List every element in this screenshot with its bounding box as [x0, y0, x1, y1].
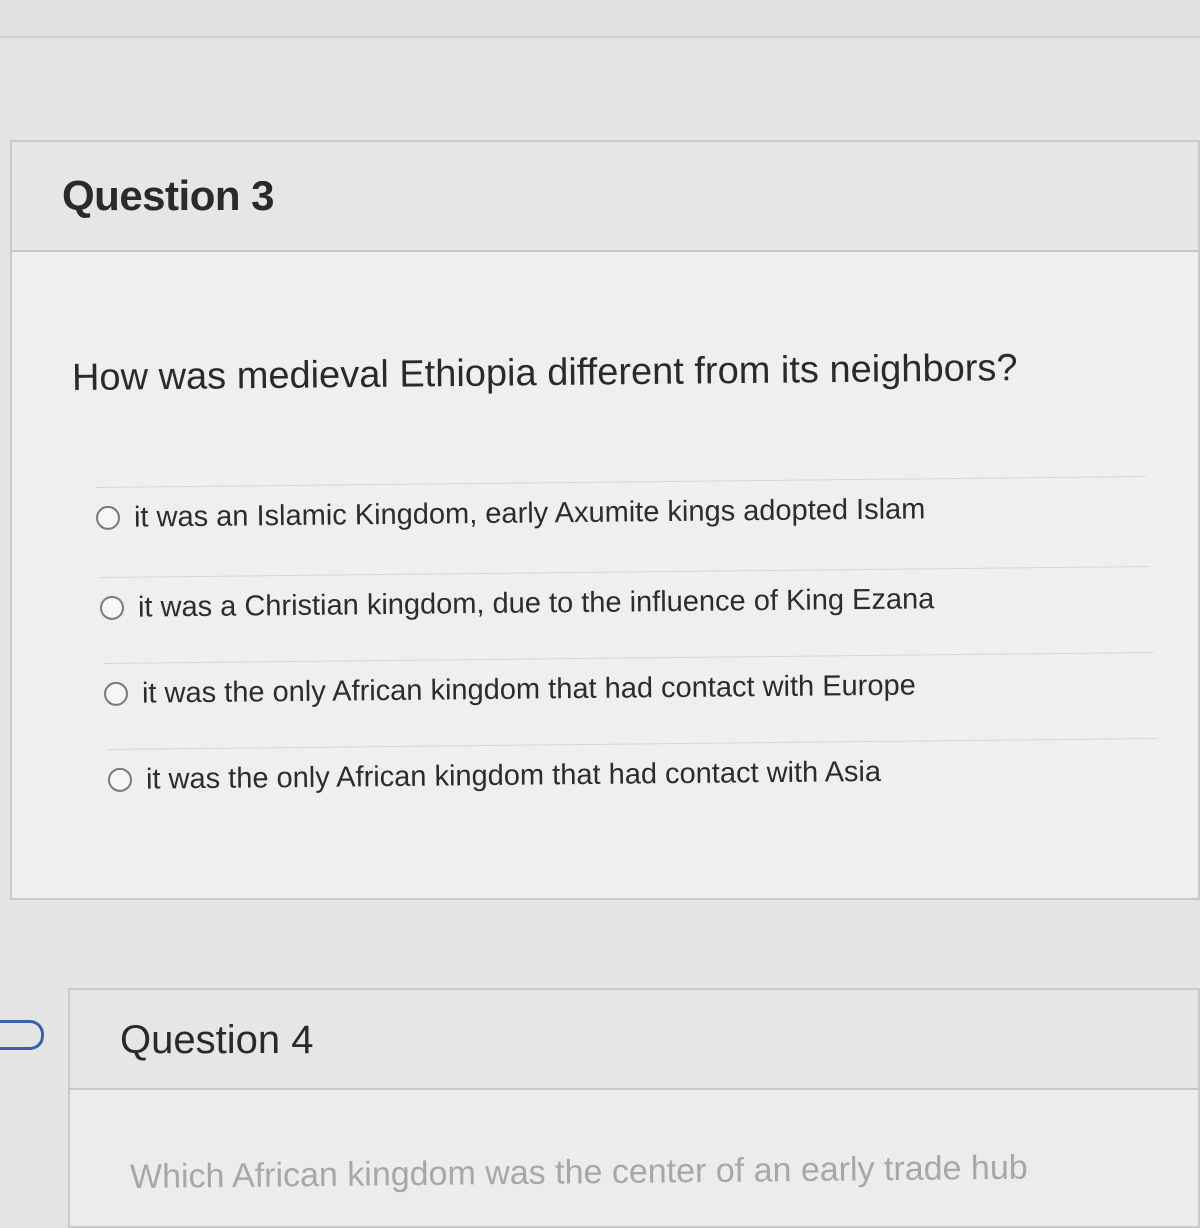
- previous-question-edge: [0, 0, 1200, 38]
- question-3-body: How was medieval Ethiopia different from…: [12, 252, 1198, 898]
- question-3-prompt: How was medieval Ethiopia different from…: [71, 347, 1018, 399]
- answer-option-4[interactable]: it was the only African kingdom that had…: [107, 738, 1159, 810]
- answer-label: it was a Christian kingdom, due to the i…: [137, 582, 935, 624]
- answer-option-2[interactable]: it was a Christian kingdom, due to the i…: [99, 566, 1151, 638]
- flag-question-icon[interactable]: [0, 1020, 44, 1050]
- radio-button[interactable]: [107, 767, 133, 792]
- question-3-card: Question 3 How was medieval Ethiopia dif…: [10, 140, 1200, 900]
- question-3-title: Question 3: [62, 172, 275, 219]
- radio-button[interactable]: [103, 681, 129, 706]
- question-4-header: Question 4: [70, 990, 1198, 1090]
- answer-label: it was the only African kingdom that had…: [145, 755, 882, 796]
- answer-label: it was the only African kingdom that had…: [141, 669, 916, 710]
- answer-label: it was an Islamic Kingdom, early Axumite…: [133, 492, 926, 534]
- radio-button[interactable]: [95, 505, 121, 530]
- answer-option-1[interactable]: it was an Islamic Kingdom, early Axumite…: [95, 476, 1147, 548]
- question-4-card: Question 4 Which African kingdom was the…: [68, 988, 1200, 1228]
- radio-button[interactable]: [99, 595, 125, 620]
- question-3-header: Question 3: [12, 142, 1198, 252]
- question-4-title: Question 4: [120, 1018, 314, 1062]
- question-4-prompt: Which African kingdom was the center of …: [129, 1148, 1028, 1196]
- answer-option-3[interactable]: it was the only African kingdom that had…: [103, 652, 1155, 724]
